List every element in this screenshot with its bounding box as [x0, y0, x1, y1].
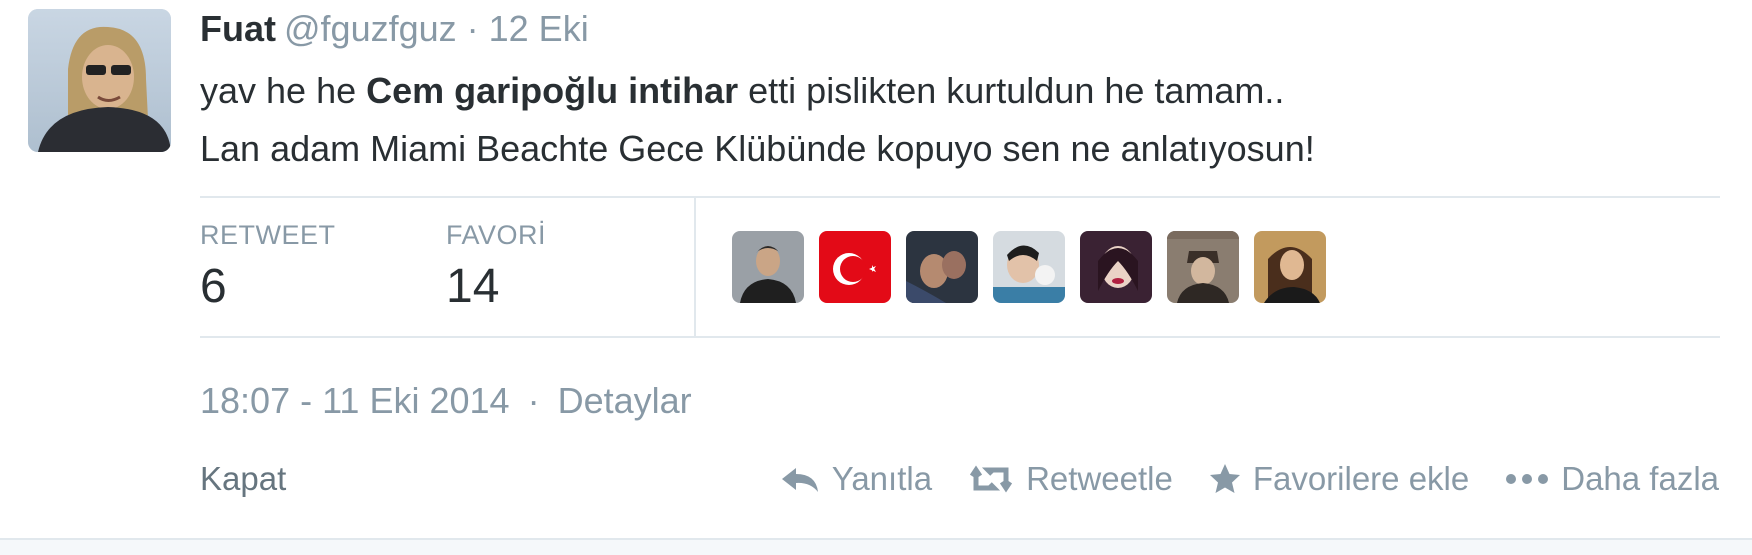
tweet-text-post: etti pislikten kurtuldun he tamam.. — [738, 70, 1285, 111]
author-name[interactable]: Fuat — [200, 8, 276, 49]
details-link[interactable]: Detaylar — [558, 380, 692, 421]
more-label: Daha fazla — [1561, 460, 1719, 497]
retweet-button[interactable]: Retweetle — [968, 460, 1173, 498]
tweet-timestamp[interactable]: 18:07 - 11 Eki 2014 — [200, 380, 510, 421]
tweet-actions: Yanıtla Retweetle Favorilere ekle Daha f… — [780, 460, 1719, 498]
author-avatar[interactable] — [28, 9, 171, 152]
tweet-meta: 18:07 - 11 Eki 2014 · Detaylar — [200, 380, 692, 422]
retweet-stat-label: RETWEET — [200, 220, 336, 250]
favoriter-avatar-5[interactable] — [1080, 231, 1152, 303]
stats-bottom-divider — [200, 336, 1720, 338]
tweet-text-line-2: Lan adam Miami Beachte Gece Klübünde kop… — [200, 128, 1315, 169]
favoriter-avatar-7[interactable] — [1254, 231, 1326, 303]
tweet-footer: Kapat Yanıtla Retweetle Favorilere ekle — [0, 460, 1752, 506]
tweet-text-pre: yav he he — [200, 70, 367, 111]
reply-icon — [780, 464, 820, 494]
favoriters-avatars — [732, 231, 1326, 303]
header-separator: · — [466, 8, 479, 49]
tweet-date[interactable]: 12 Eki — [489, 8, 589, 49]
reply-label: Yanıtla — [831, 460, 933, 497]
tweet-text-line-1: yav he he Cem garipoğlu intihar etti pis… — [200, 62, 1315, 120]
favoriter-avatar-3[interactable] — [906, 231, 978, 303]
turkish-flag-avatar[interactable] — [819, 231, 891, 303]
more-dots-icon — [1505, 472, 1549, 486]
author-handle[interactable]: @fguzfguz — [284, 8, 457, 49]
favorite-button[interactable]: Favorilere ekle — [1209, 460, 1469, 498]
favoriter-avatar-1[interactable] — [732, 231, 804, 303]
tweet-text: yav he he Cem garipoğlu intihar etti pis… — [200, 62, 1315, 178]
card-bottom-strip — [0, 540, 1752, 555]
meta-separator: · — [527, 380, 540, 421]
star-icon — [1209, 463, 1241, 495]
tweet-header: Fuat @fguzfguz · 12 Eki — [200, 8, 589, 50]
favorite-label: Favorilere ekle — [1252, 460, 1470, 497]
favorite-count: 14 — [446, 260, 500, 313]
more-button[interactable]: Daha fazla — [1505, 460, 1719, 498]
reply-button[interactable]: Yanıtla — [780, 460, 932, 498]
retweet-stat[interactable]: RETWEET 6 — [200, 220, 336, 314]
tweet-text-bold: Cem garipoğlu intihar — [366, 70, 739, 111]
favorite-stat[interactable]: FAVORİ 14 — [446, 220, 546, 314]
ataturk-avatar[interactable] — [1167, 231, 1239, 303]
close-button[interactable]: Kapat — [200, 460, 286, 498]
favorite-stat-label: FAVORİ — [446, 220, 547, 250]
tweet-card: Fuat @fguzfguz · 12 Eki yav he he Cem garip… — [0, 0, 1752, 540]
retweet-count: 6 — [200, 260, 227, 313]
stats-vertical-divider — [694, 197, 696, 337]
favoriter-avatar-4[interactable] — [993, 231, 1065, 303]
retweet-label: Retweetle — [1026, 460, 1173, 497]
stats-top-divider — [200, 196, 1720, 198]
retweet-icon — [968, 464, 1014, 494]
